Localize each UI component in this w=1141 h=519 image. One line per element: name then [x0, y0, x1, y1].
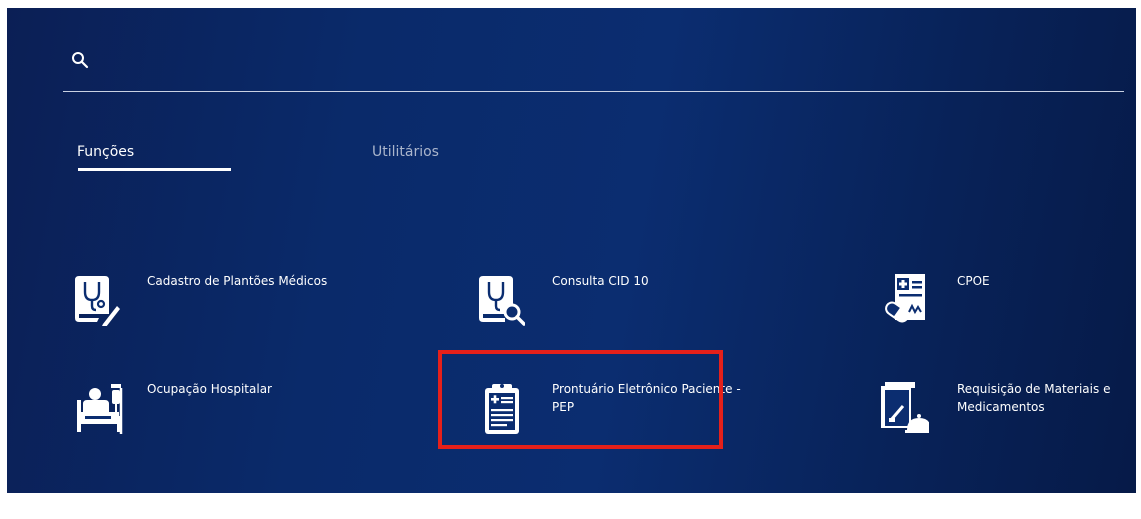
- function-label: Consulta CID 10: [552, 274, 649, 288]
- medical-clipboard-icon: [485, 384, 519, 434]
- function-item-ocupacao-hospitalar[interactable]: Ocupação Hospitalar: [75, 380, 355, 450]
- prescription-pill-icon: [885, 274, 925, 323]
- function-label: Prontuário Eletrônico Paciente - PEP: [552, 382, 741, 414]
- tab-functions[interactable]: Funções: [77, 144, 134, 160]
- stethoscope-magnifier-icon: [479, 276, 525, 326]
- main-panel: Funções Utilitários Cadastro de Plantões…: [7, 8, 1136, 493]
- function-item-cadastro-plantoes[interactable]: Cadastro de Plantões Médicos: [71, 272, 351, 342]
- tab-utilities[interactable]: Utilitários: [372, 144, 439, 160]
- function-item-requisicao-materiais[interactable]: Requisição de Materiais e Medicamentos: [879, 380, 1136, 450]
- stethoscope-pencil-icon: [75, 276, 120, 326]
- search-input[interactable]: [103, 44, 1087, 76]
- function-label: Requisição de Materiais e Medicamentos: [957, 382, 1111, 414]
- function-label: Ocupação Hospitalar: [147, 382, 272, 396]
- function-label: CPOE: [957, 274, 990, 288]
- hospital-bed-icon: [77, 384, 123, 434]
- function-item-consulta-cid10[interactable]: Consulta CID 10: [475, 272, 755, 342]
- supply-bell-icon: [881, 382, 929, 433]
- search-underline: [63, 91, 1124, 92]
- active-tab-indicator: [78, 168, 231, 171]
- function-label: Cadastro de Plantões Médicos: [147, 274, 328, 288]
- function-item-prontuario-pep[interactable]: Prontuário Eletrônico Paciente - PEP: [479, 380, 759, 450]
- search-bar[interactable]: [63, 8, 1123, 92]
- search-icon: [72, 52, 89, 69]
- function-item-cpoe[interactable]: CPOE: [883, 272, 1136, 342]
